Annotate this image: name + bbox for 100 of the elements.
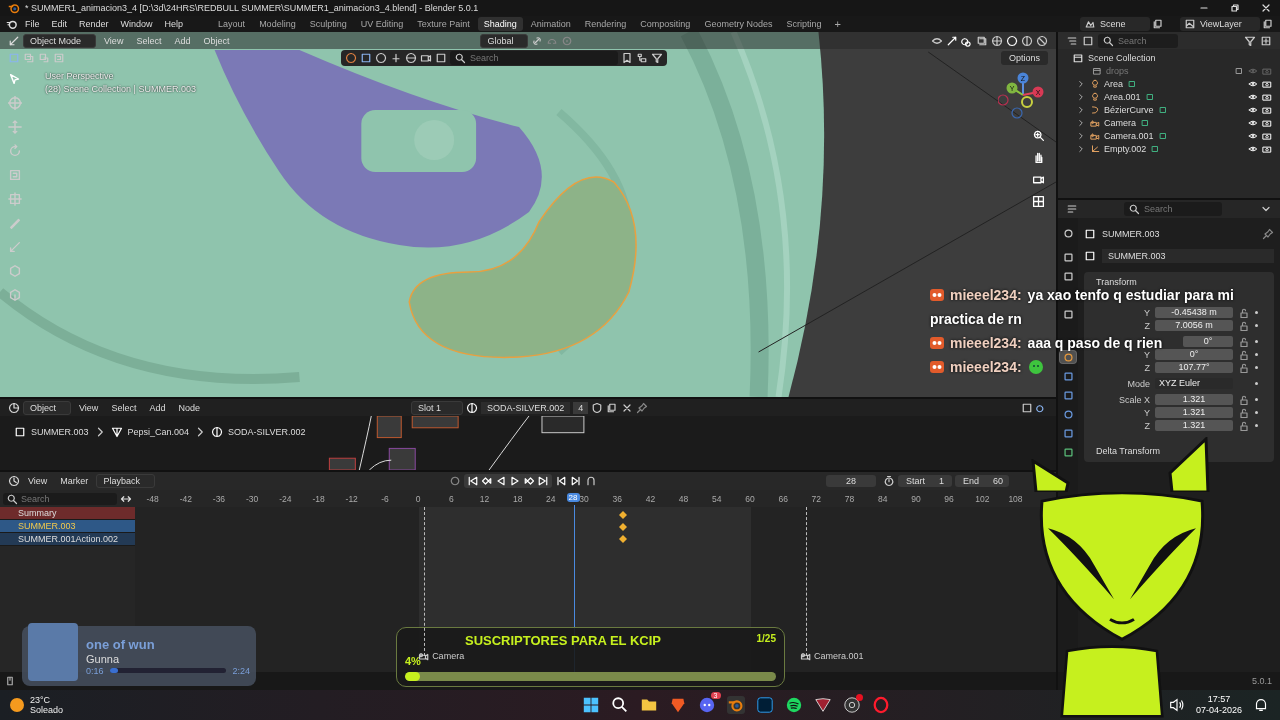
play-icon[interactable]: [508, 475, 521, 487]
modifier-data-icon[interactable]: [1144, 91, 1155, 102]
modifier-data-icon[interactable]: [1127, 78, 1137, 89]
menu-item[interactable]: Select: [106, 401, 142, 414]
modifier-data-icon[interactable]: [1140, 117, 1150, 128]
editor-type-icon[interactable]: [1066, 203, 1078, 215]
next-keyframe-icon[interactable]: [522, 475, 535, 487]
windows-start-icon[interactable]: [581, 696, 600, 714]
channel-row[interactable]: Summary: [0, 507, 135, 520]
modifier-data-icon[interactable]: [1150, 143, 1161, 154]
keyframe-dot-icon[interactable]: [1255, 324, 1258, 327]
jump-end-icon[interactable]: [536, 475, 549, 487]
lock-icon[interactable]: [1238, 306, 1250, 319]
material-icon[interactable]: [465, 401, 478, 414]
breadcrumb[interactable]: Pepsi_Can.004: [127, 427, 190, 437]
new-collection-icon[interactable]: [1260, 34, 1272, 47]
close-icon[interactable]: [1260, 2, 1272, 14]
lock-icon[interactable]: [1238, 348, 1250, 361]
record-icon[interactable]: [448, 475, 461, 487]
render-camera-icon[interactable]: [1262, 78, 1272, 89]
search-icon[interactable]: [610, 696, 629, 714]
workspace-tab[interactable]: Texture Paint: [411, 17, 476, 31]
copy-icon[interactable]: [1152, 18, 1164, 30]
delta-transform-panel-header[interactable]: Delta Transform: [1084, 444, 1274, 458]
workspace-tab[interactable]: UV Editing: [354, 17, 410, 31]
keyframe-dot-icon[interactable]: [1255, 424, 1258, 427]
bookmark-icon[interactable]: [621, 51, 633, 64]
menu-item[interactable]: Object: [198, 34, 235, 47]
workspace-tab[interactable]: Modeling: [253, 17, 302, 31]
workspace-tab[interactable]: Compositing: [634, 17, 697, 31]
outliner-item[interactable]: Scene Collection: [1088, 52, 1156, 63]
recorder-app-icon[interactable]: [842, 696, 861, 714]
playhead-frame[interactable]: 28: [566, 493, 580, 502]
render-camera-icon[interactable]: [1262, 117, 1272, 128]
zoom-icon[interactable]: [1031, 129, 1045, 142]
start-frame-field[interactable]: Start 1: [898, 475, 952, 487]
keyframe-dot-icon[interactable]: [1255, 353, 1258, 356]
menu-item[interactable]: File: [20, 18, 45, 30]
outliner-item[interactable]: Empty.002: [1104, 143, 1147, 154]
keyframe-dot-icon[interactable]: [1255, 382, 1258, 385]
lock-icon[interactable]: [1238, 419, 1250, 432]
jump-start-icon[interactable]: [466, 475, 479, 487]
copy-icon[interactable]: [606, 401, 619, 414]
keyframe-dot-icon[interactable]: [1255, 366, 1258, 369]
add-workspace-button[interactable]: +: [829, 17, 846, 31]
number-field[interactable]: -0.45438 m: [1155, 307, 1233, 318]
scene-selector[interactable]: Scene: [1080, 17, 1150, 31]
hierarchy-icon[interactable]: [636, 51, 648, 64]
pin-icon[interactable]: [1262, 228, 1274, 240]
end-frame-field[interactable]: End 60: [955, 475, 1009, 487]
step-back-icon[interactable]: [554, 475, 567, 487]
number-field[interactable]: 1.321: [1155, 394, 1233, 405]
object-icon[interactable]: [1084, 250, 1096, 262]
breadcrumb[interactable]: SODA-SILVER.002: [228, 427, 306, 437]
workspace-tab[interactable]: Layout: [212, 17, 252, 31]
grid-view-icon[interactable]: [1031, 195, 1045, 208]
render-camera-icon[interactable]: [1262, 104, 1272, 115]
volume-icon[interactable]: [1167, 696, 1186, 714]
outliner-item[interactable]: BézierCurve: [1104, 104, 1154, 115]
outliner-item[interactable]: Area.001: [1104, 91, 1141, 102]
transform-panel-header[interactable]: Transform: [1084, 275, 1274, 289]
menu-item[interactable]: View: [74, 401, 104, 414]
light-filter-icon[interactable]: [390, 51, 402, 64]
search-field[interactable]: Search: [3, 492, 117, 505]
modifier-data-icon[interactable]: [1157, 104, 1168, 115]
transform-pivot-icon[interactable]: [8, 34, 20, 47]
display-mode-icon[interactable]: [1066, 34, 1078, 47]
menu-item[interactable]: Window: [115, 18, 158, 30]
workspace-tab[interactable]: Scripting: [780, 17, 828, 31]
checkbox-icon[interactable]: [1234, 65, 1244, 76]
step-forward-icon[interactable]: [569, 475, 582, 487]
restore-icon[interactable]: [1229, 2, 1241, 14]
menu-item[interactable]: View: [99, 34, 129, 47]
search-field[interactable]: Search: [1098, 33, 1178, 48]
xray-icon[interactable]: [976, 34, 988, 47]
filter-view-icon[interactable]: [1082, 34, 1094, 47]
material-name-field[interactable]: SODA-SILVER.002: [480, 401, 571, 414]
search-field[interactable]: Search: [1124, 202, 1222, 216]
outliner-item[interactable]: Camera: [1104, 117, 1136, 128]
gizmo-icon[interactable]: [946, 34, 958, 47]
menu-item[interactable]: Help: [159, 18, 189, 30]
modifier-data-icon[interactable]: [1157, 130, 1168, 141]
number-field[interactable]: 107.77°: [1155, 362, 1233, 373]
lock-icon[interactable]: [1238, 406, 1250, 419]
filter-icon[interactable]: [1244, 34, 1256, 47]
menu-item[interactable]: Render: [74, 18, 114, 30]
number-field[interactable]: 0°: [1155, 349, 1233, 360]
slot-dropdown[interactable]: Slot 1: [410, 400, 463, 415]
workspace-tab[interactable]: Rendering: [578, 17, 633, 31]
render-camera-icon[interactable]: [1262, 143, 1272, 154]
world-icon[interactable]: [405, 51, 417, 64]
breadcrumb[interactable]: SUMMER.003: [31, 427, 89, 437]
keyframe-dot-icon[interactable]: [1255, 340, 1258, 343]
menu-item[interactable]: Edit: [46, 18, 73, 30]
menu-item[interactable]: Select: [131, 34, 167, 47]
backdrop-icon[interactable]: [1021, 401, 1033, 414]
wireframe-shading-icon[interactable]: [991, 34, 1003, 47]
menu-item[interactable]: Add: [144, 401, 171, 414]
pin-icon[interactable]: [636, 401, 649, 414]
image-icon[interactable]: [435, 51, 447, 64]
